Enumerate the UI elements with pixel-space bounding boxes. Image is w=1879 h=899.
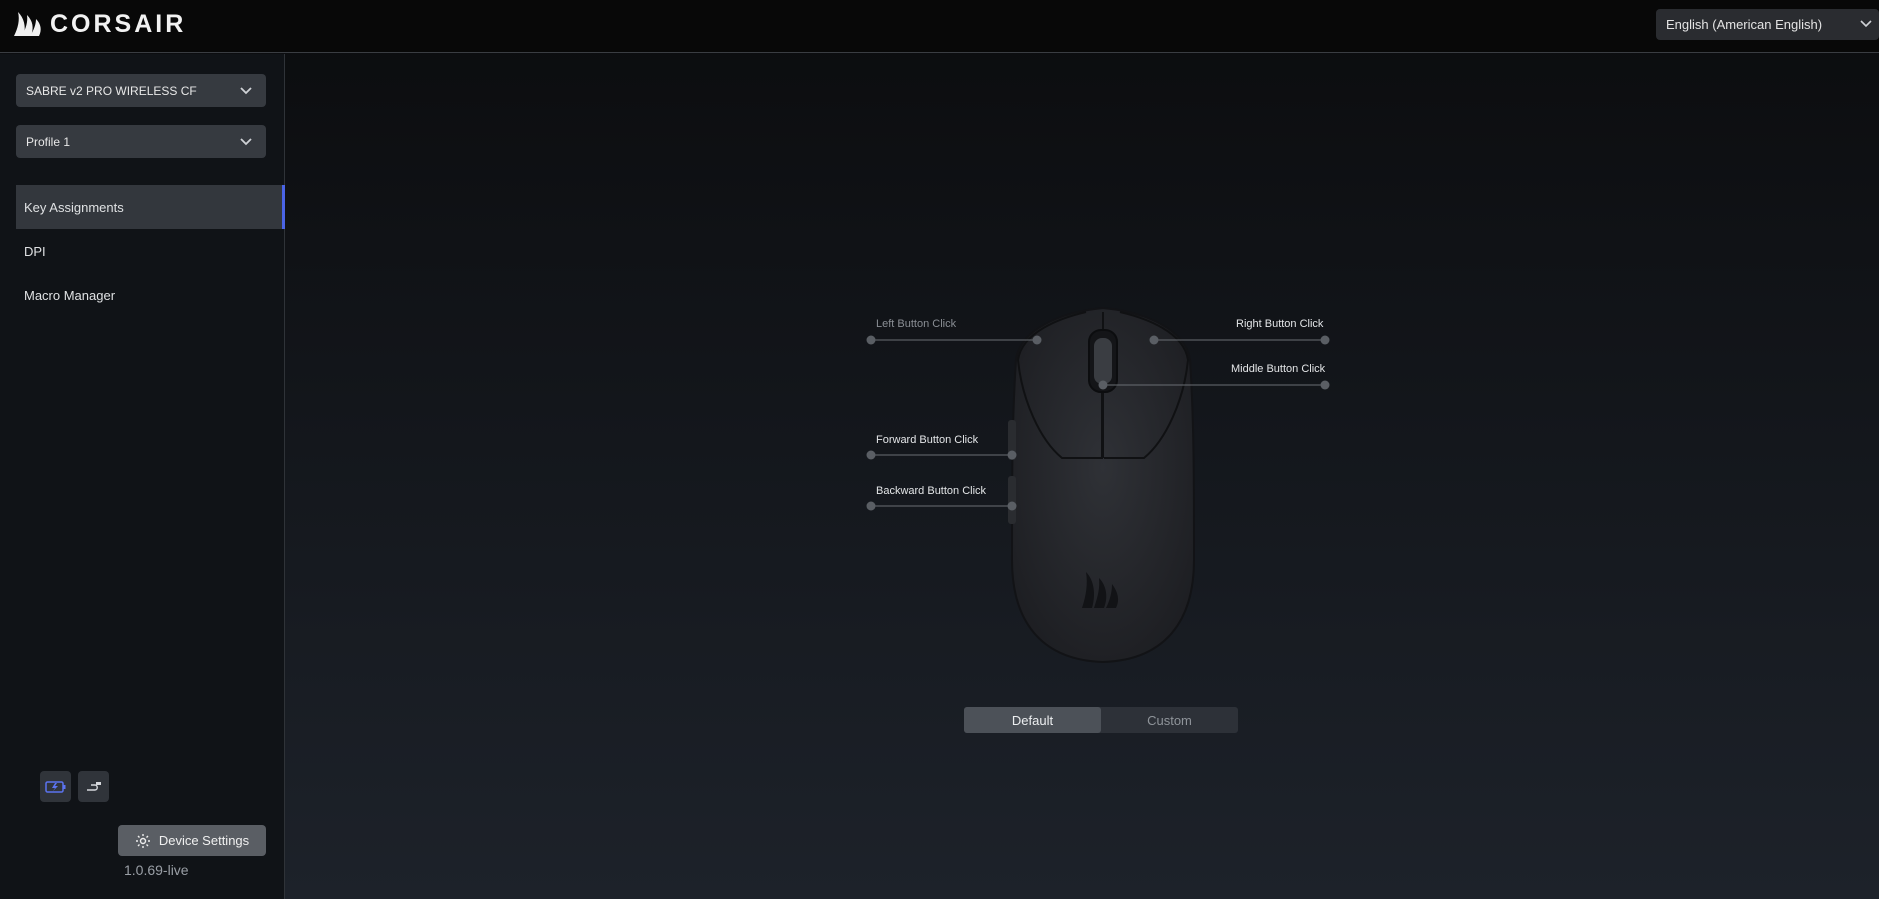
corsair-sails-icon: [14, 12, 41, 36]
sidebar: SABRE v2 PRO WIRELESS CF Profile 1 Key A…: [0, 54, 285, 899]
brand-name: CORSAIR: [50, 9, 187, 38]
profile-select-value: Profile 1: [26, 134, 71, 149]
battery-charging-icon: [44, 780, 65, 793]
callout-right-button[interactable]: Right Button Click: [1236, 318, 1323, 330]
app-version: 1.0.69-live: [124, 862, 189, 878]
battery-status-button[interactable]: [40, 771, 71, 802]
device-settings-label: Device Settings: [158, 833, 250, 848]
mouse-left-button-outline: [1016, 311, 1103, 459]
default-mode-button[interactable]: Default: [964, 707, 1101, 733]
chevron-down-icon: [240, 87, 252, 95]
sidebar-item-key-assignments[interactable]: Key Assignments: [16, 185, 285, 229]
device-select[interactable]: SABRE v2 PRO WIRELESS CF: [16, 74, 266, 107]
profile-select[interactable]: Profile 1: [16, 125, 266, 158]
callout-backward-button[interactable]: Backward Button Click: [876, 485, 986, 497]
usb-cable-icon: [86, 781, 101, 791]
sidebar-item-label: Key Assignments: [24, 199, 124, 215]
language-value: English (American English): [1666, 17, 1823, 32]
top-bar: CORSAIR English (American English): [0, 0, 1879, 53]
callout-left-button[interactable]: Left Button Click: [876, 318, 956, 330]
mouse-right-button-outline: [1104, 311, 1190, 459]
mouse-body: [1010, 306, 1196, 664]
language-select[interactable]: English (American English): [1656, 9, 1879, 40]
connection-button[interactable]: [78, 771, 109, 802]
custom-mode-button[interactable]: Custom: [1101, 707, 1238, 733]
mouse-backward-button: [1008, 476, 1016, 524]
corsair-logo: CORSAIR: [12, 8, 186, 40]
chevron-down-icon: [240, 138, 252, 146]
device-select-value: SABRE v2 PRO WIRELESS CF: [26, 83, 197, 98]
gear-icon: [135, 833, 150, 848]
chevron-down-icon: [1860, 20, 1872, 28]
callout-middle-button[interactable]: Middle Button Click: [1231, 363, 1325, 375]
sidebar-item-label: DPI: [24, 243, 46, 259]
callout-forward-button[interactable]: Forward Button Click: [876, 434, 978, 446]
sidebar-item-macro-manager[interactable]: Macro Manager: [16, 273, 285, 317]
device-settings-button[interactable]: Device Settings: [118, 825, 266, 856]
app-window: CORSAIR English (American English) SABRE…: [0, 0, 1879, 899]
mouse-scroll-wheel: [1088, 329, 1118, 393]
corsair-sails-icon: [1082, 572, 1119, 608]
sidebar-item-label: Macro Manager: [24, 287, 116, 303]
sidebar-item-dpi[interactable]: DPI: [16, 229, 285, 273]
mouse-forward-button: [1008, 420, 1016, 460]
mode-toggle: Default Custom: [964, 707, 1238, 733]
